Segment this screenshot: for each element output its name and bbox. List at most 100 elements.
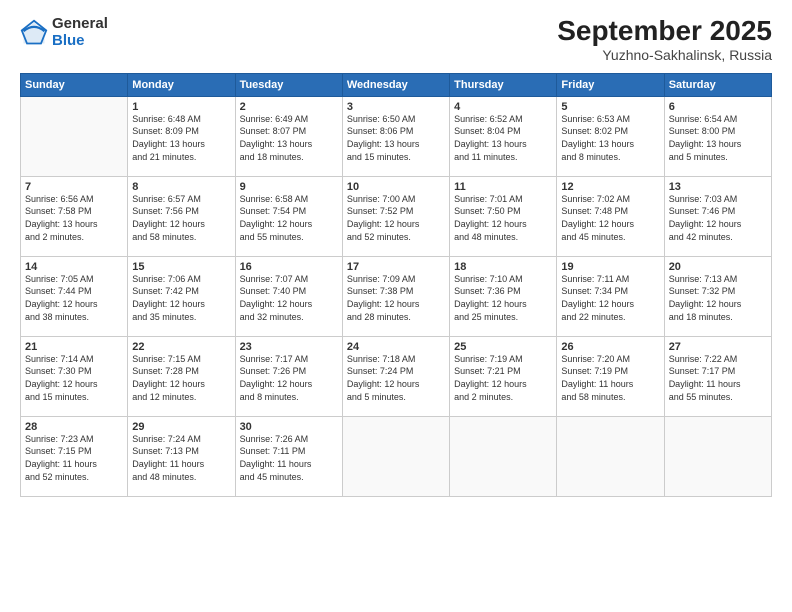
day-info: Sunrise: 7:10 AM Sunset: 7:36 PM Dayligh… — [454, 273, 552, 323]
day-cell: 20Sunrise: 7:13 AM Sunset: 7:32 PM Dayli… — [664, 256, 771, 336]
day-cell: 29Sunrise: 7:24 AM Sunset: 7:13 PM Dayli… — [128, 416, 235, 496]
weekday-header: Sunday — [21, 73, 128, 96]
day-info: Sunrise: 7:24 AM Sunset: 7:13 PM Dayligh… — [132, 433, 230, 483]
weekday-header: Saturday — [664, 73, 771, 96]
day-cell: 25Sunrise: 7:19 AM Sunset: 7:21 PM Dayli… — [450, 336, 557, 416]
week-row: 28Sunrise: 7:23 AM Sunset: 7:15 PM Dayli… — [21, 416, 772, 496]
day-number: 7 — [25, 181, 123, 193]
calendar-table: SundayMondayTuesdayWednesdayThursdayFrid… — [20, 73, 772, 497]
day-info: Sunrise: 7:23 AM Sunset: 7:15 PM Dayligh… — [25, 433, 123, 483]
day-number: 3 — [347, 101, 445, 113]
weekday-header: Friday — [557, 73, 664, 96]
day-info: Sunrise: 7:19 AM Sunset: 7:21 PM Dayligh… — [454, 353, 552, 403]
day-cell: 8Sunrise: 6:57 AM Sunset: 7:56 PM Daylig… — [128, 176, 235, 256]
day-cell: 26Sunrise: 7:20 AM Sunset: 7:19 PM Dayli… — [557, 336, 664, 416]
weekday-header: Thursday — [450, 73, 557, 96]
day-number: 10 — [347, 181, 445, 193]
day-cell: 12Sunrise: 7:02 AM Sunset: 7:48 PM Dayli… — [557, 176, 664, 256]
day-info: Sunrise: 7:18 AM Sunset: 7:24 PM Dayligh… — [347, 353, 445, 403]
day-number: 25 — [454, 341, 552, 353]
day-info: Sunrise: 7:02 AM Sunset: 7:48 PM Dayligh… — [561, 193, 659, 243]
day-number: 6 — [669, 101, 767, 113]
logo-icon — [20, 19, 48, 47]
week-row: 21Sunrise: 7:14 AM Sunset: 7:30 PM Dayli… — [21, 336, 772, 416]
weekday-header: Monday — [128, 73, 235, 96]
header: General Blue September 2025 Yuzhno-Sakha… — [20, 16, 772, 63]
day-number: 16 — [240, 261, 338, 273]
day-number: 26 — [561, 341, 659, 353]
day-info: Sunrise: 6:57 AM Sunset: 7:56 PM Dayligh… — [132, 193, 230, 243]
day-info: Sunrise: 7:09 AM Sunset: 7:38 PM Dayligh… — [347, 273, 445, 323]
day-cell: 18Sunrise: 7:10 AM Sunset: 7:36 PM Dayli… — [450, 256, 557, 336]
day-number: 2 — [240, 101, 338, 113]
day-info: Sunrise: 7:07 AM Sunset: 7:40 PM Dayligh… — [240, 273, 338, 323]
day-cell — [21, 96, 128, 176]
day-number: 21 — [25, 341, 123, 353]
day-number: 27 — [669, 341, 767, 353]
day-cell: 30Sunrise: 7:26 AM Sunset: 7:11 PM Dayli… — [235, 416, 342, 496]
day-info: Sunrise: 6:52 AM Sunset: 8:04 PM Dayligh… — [454, 113, 552, 163]
day-info: Sunrise: 7:14 AM Sunset: 7:30 PM Dayligh… — [25, 353, 123, 403]
day-cell: 10Sunrise: 7:00 AM Sunset: 7:52 PM Dayli… — [342, 176, 449, 256]
day-info: Sunrise: 7:15 AM Sunset: 7:28 PM Dayligh… — [132, 353, 230, 403]
day-info: Sunrise: 7:06 AM Sunset: 7:42 PM Dayligh… — [132, 273, 230, 323]
day-info: Sunrise: 6:50 AM Sunset: 8:06 PM Dayligh… — [347, 113, 445, 163]
day-number: 29 — [132, 421, 230, 433]
day-info: Sunrise: 7:11 AM Sunset: 7:34 PM Dayligh… — [561, 273, 659, 323]
day-cell: 28Sunrise: 7:23 AM Sunset: 7:15 PM Dayli… — [21, 416, 128, 496]
day-cell: 9Sunrise: 6:58 AM Sunset: 7:54 PM Daylig… — [235, 176, 342, 256]
day-cell: 11Sunrise: 7:01 AM Sunset: 7:50 PM Dayli… — [450, 176, 557, 256]
day-cell: 6Sunrise: 6:54 AM Sunset: 8:00 PM Daylig… — [664, 96, 771, 176]
day-number: 9 — [240, 181, 338, 193]
week-row: 14Sunrise: 7:05 AM Sunset: 7:44 PM Dayli… — [21, 256, 772, 336]
day-number: 30 — [240, 421, 338, 433]
day-info: Sunrise: 6:48 AM Sunset: 8:09 PM Dayligh… — [132, 113, 230, 163]
day-cell: 14Sunrise: 7:05 AM Sunset: 7:44 PM Dayli… — [21, 256, 128, 336]
day-info: Sunrise: 6:58 AM Sunset: 7:54 PM Dayligh… — [240, 193, 338, 243]
day-number: 28 — [25, 421, 123, 433]
day-cell: 16Sunrise: 7:07 AM Sunset: 7:40 PM Dayli… — [235, 256, 342, 336]
weekday-header: Tuesday — [235, 73, 342, 96]
day-info: Sunrise: 7:01 AM Sunset: 7:50 PM Dayligh… — [454, 193, 552, 243]
day-number: 23 — [240, 341, 338, 353]
day-number: 8 — [132, 181, 230, 193]
day-info: Sunrise: 6:53 AM Sunset: 8:02 PM Dayligh… — [561, 113, 659, 163]
day-info: Sunrise: 7:05 AM Sunset: 7:44 PM Dayligh… — [25, 273, 123, 323]
logo-blue: Blue — [52, 33, 108, 50]
page: General Blue September 2025 Yuzhno-Sakha… — [0, 0, 792, 612]
day-number: 20 — [669, 261, 767, 273]
day-info: Sunrise: 7:20 AM Sunset: 7:19 PM Dayligh… — [561, 353, 659, 403]
header-row: SundayMondayTuesdayWednesdayThursdayFrid… — [21, 73, 772, 96]
week-row: 7Sunrise: 6:56 AM Sunset: 7:58 PM Daylig… — [21, 176, 772, 256]
day-number: 11 — [454, 181, 552, 193]
day-info: Sunrise: 7:17 AM Sunset: 7:26 PM Dayligh… — [240, 353, 338, 403]
day-cell: 15Sunrise: 7:06 AM Sunset: 7:42 PM Dayli… — [128, 256, 235, 336]
day-number: 22 — [132, 341, 230, 353]
day-info: Sunrise: 6:54 AM Sunset: 8:00 PM Dayligh… — [669, 113, 767, 163]
day-number: 17 — [347, 261, 445, 273]
day-number: 12 — [561, 181, 659, 193]
day-info: Sunrise: 7:22 AM Sunset: 7:17 PM Dayligh… — [669, 353, 767, 403]
day-info: Sunrise: 7:26 AM Sunset: 7:11 PM Dayligh… — [240, 433, 338, 483]
day-number: 5 — [561, 101, 659, 113]
day-cell: 17Sunrise: 7:09 AM Sunset: 7:38 PM Dayli… — [342, 256, 449, 336]
day-cell: 2Sunrise: 6:49 AM Sunset: 8:07 PM Daylig… — [235, 96, 342, 176]
day-cell — [450, 416, 557, 496]
day-cell: 1Sunrise: 6:48 AM Sunset: 8:09 PM Daylig… — [128, 96, 235, 176]
day-number: 4 — [454, 101, 552, 113]
day-cell: 27Sunrise: 7:22 AM Sunset: 7:17 PM Dayli… — [664, 336, 771, 416]
logo-general: General — [52, 16, 108, 33]
day-info: Sunrise: 7:00 AM Sunset: 7:52 PM Dayligh… — [347, 193, 445, 243]
day-cell: 13Sunrise: 7:03 AM Sunset: 7:46 PM Dayli… — [664, 176, 771, 256]
day-cell: 5Sunrise: 6:53 AM Sunset: 8:02 PM Daylig… — [557, 96, 664, 176]
day-cell — [342, 416, 449, 496]
weekday-header: Wednesday — [342, 73, 449, 96]
day-cell — [664, 416, 771, 496]
day-cell: 21Sunrise: 7:14 AM Sunset: 7:30 PM Dayli… — [21, 336, 128, 416]
day-info: Sunrise: 6:49 AM Sunset: 8:07 PM Dayligh… — [240, 113, 338, 163]
logo: General Blue — [20, 16, 108, 49]
day-number: 24 — [347, 341, 445, 353]
day-cell: 19Sunrise: 7:11 AM Sunset: 7:34 PM Dayli… — [557, 256, 664, 336]
day-cell: 22Sunrise: 7:15 AM Sunset: 7:28 PM Dayli… — [128, 336, 235, 416]
title-block: September 2025 Yuzhno-Sakhalinsk, Russia — [557, 16, 772, 63]
